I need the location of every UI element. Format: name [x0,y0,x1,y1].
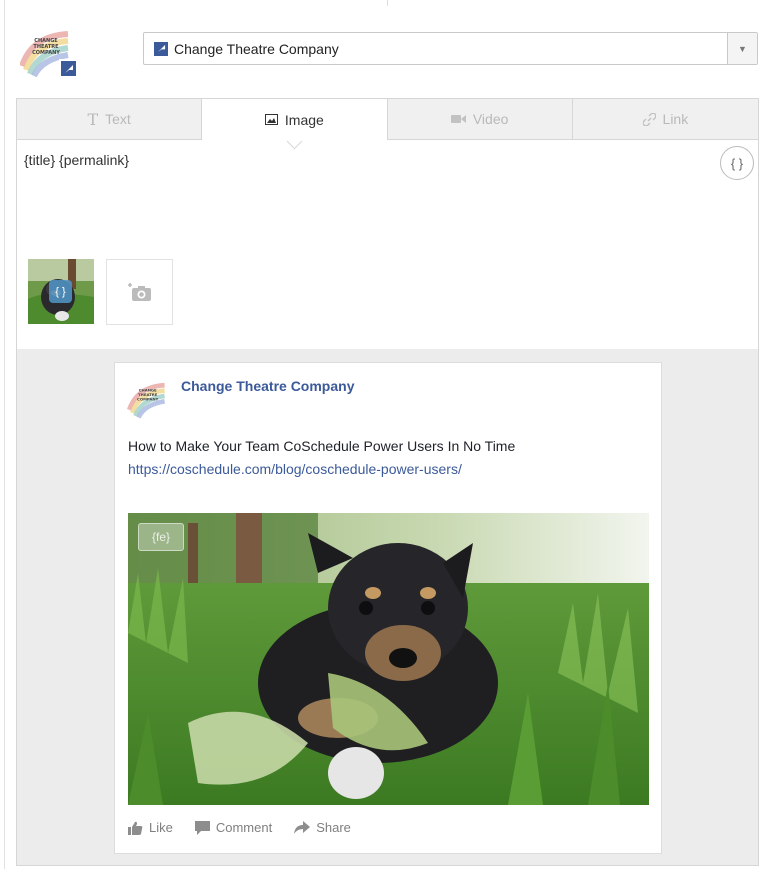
insert-token-button[interactable]: { } [720,146,754,180]
comment-label: Comment [215,820,273,835]
chevron-down-icon[interactable]: ▼ [727,33,757,64]
tab-label: Link [662,111,689,127]
tab-label: Text [105,111,131,127]
puppy-photo-image [128,513,649,805]
composer: T Text Image Video Link {title} {permali… [16,98,759,350]
post-preview-area: CHANGE THEATRE COMPANY Change Theatre Co… [16,349,759,866]
tab-label: Video [472,111,509,127]
profile-avatar: CHANGE THEATRE COMPANY [19,26,78,78]
share-icon [294,821,311,834]
account-select[interactable]: Change Theatre Company ▼ [143,32,758,65]
facebook-post-preview: CHANGE THEATRE COMPANY Change Theatre Co… [114,362,662,854]
attached-image-thumbnail[interactable]: { } [28,259,94,324]
account-select-label: Change Theatre Company [174,40,339,57]
rainbow-logo-icon: CHANGE THEATRE COMPANY [127,382,166,419]
text-icon: T [87,109,99,129]
tab-text[interactable]: T Text [17,99,203,139]
link-icon [642,112,656,126]
post-permalink[interactable]: https://coschedule.com/blog/coschedule-p… [128,461,462,477]
like-label: Like [149,820,173,835]
add-photo-button[interactable] [106,259,173,325]
svg-text:COMPANY: COMPANY [32,50,60,56]
tab-link[interactable]: Link [572,99,758,139]
comment-icon [194,820,210,835]
video-icon [450,115,466,123]
svg-text:COMPANY: COMPANY [137,397,158,402]
add-camera-icon [127,282,151,301]
share-button[interactable]: Share [294,820,351,835]
facebook-badge-icon [59,59,78,78]
frame-border [4,0,5,869]
image-token-overlay: {fe} [138,523,184,551]
post-type-tabs: T Text Image Video Link [17,99,758,140]
like-button[interactable]: Like [128,820,173,835]
page-avatar: CHANGE THEATRE COMPANY [127,379,173,419]
thumbs-up-icon [128,821,143,835]
post-image: {fe} [128,513,649,805]
thumbnail-token-badge: { } [49,280,72,303]
image-icon [264,114,278,125]
post-actions: Like Comment Share [128,820,351,835]
tab-video[interactable]: Video [387,99,573,139]
page-name-link[interactable]: Change Theatre Company [181,378,354,394]
tab-label: Image [284,111,324,128]
comment-button[interactable]: Comment [194,820,273,835]
tab-image[interactable]: Image [202,99,388,140]
post-message-input[interactable]: {title} {permalink} [24,152,129,168]
post-title: How to Make Your Team CoSchedule Power U… [128,438,516,454]
divider [387,0,388,6]
share-label: Share [316,820,351,835]
facebook-page-icon [154,41,168,56]
